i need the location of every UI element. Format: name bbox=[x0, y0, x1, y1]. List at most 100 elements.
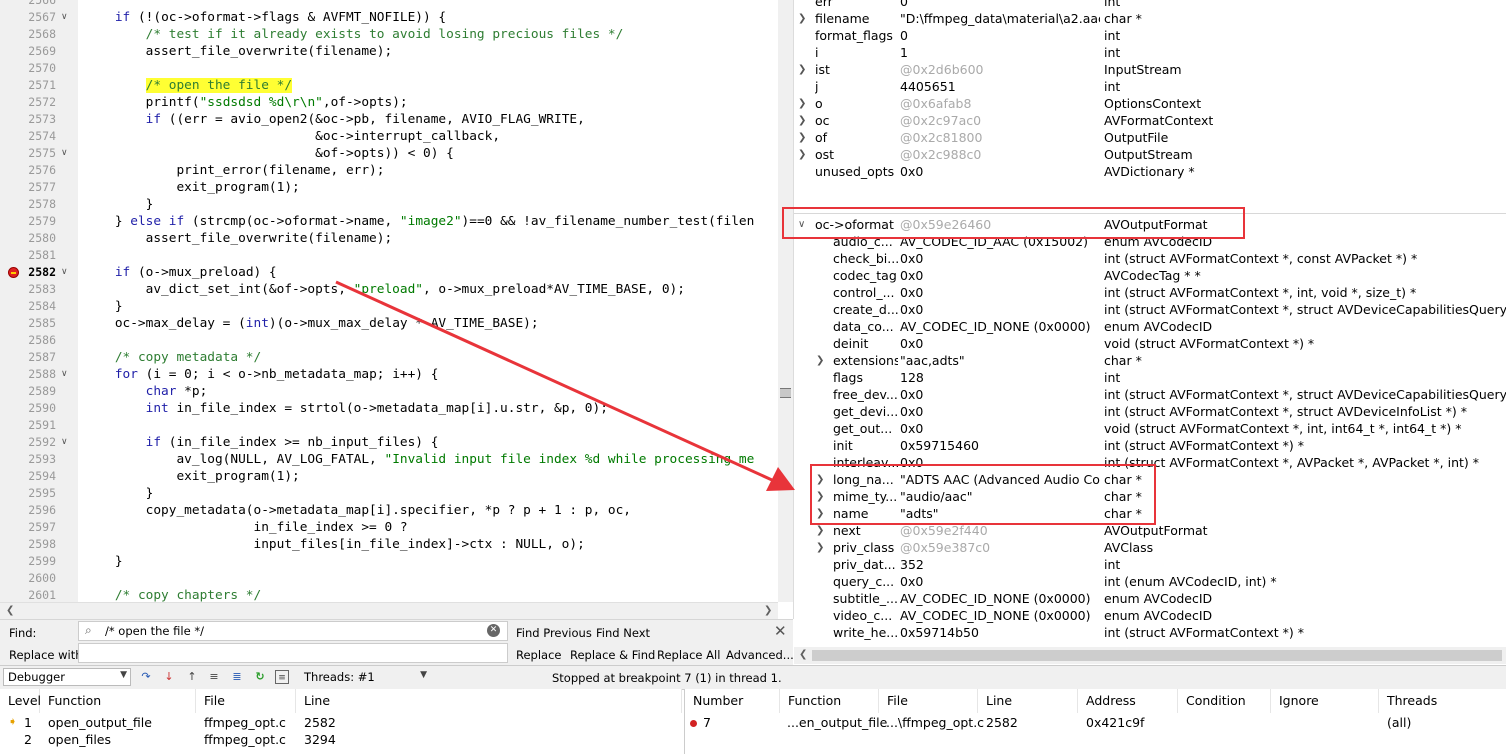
code-line[interactable]: 2581 bbox=[0, 247, 778, 264]
code-line[interactable]: 2580 assert_file_overwrite(filename); bbox=[0, 230, 778, 247]
stack-row[interactable]: 2 open_files ffmpeg_opt.c 3294 bbox=[0, 732, 682, 749]
fold-chevron-icon[interactable]: ∨ bbox=[61, 9, 71, 26]
replace-input[interactable] bbox=[78, 643, 508, 663]
variable-row[interactable]: ❯ extensions "aac,adts" char * bbox=[794, 352, 1506, 369]
breakpoint-icon[interactable] bbox=[8, 267, 19, 278]
variable-row[interactable]: priv_dat... 352 int bbox=[794, 556, 1506, 573]
expand-chevron-icon[interactable]: ❯ bbox=[798, 95, 806, 112]
variable-row[interactable]: ❯ of @0x2c81800 OutputFile bbox=[794, 129, 1506, 146]
code-line[interactable]: 2566 bbox=[0, 0, 778, 9]
code-line[interactable]: 2579 } else if (strcmp(oc->oformat->name… bbox=[0, 213, 778, 230]
code-line[interactable]: 2600 bbox=[0, 570, 778, 587]
variable-row[interactable]: get_devi... 0x0 int (struct AVFormatContex… bbox=[794, 403, 1506, 420]
code-line[interactable]: 2594 exit_program(1); bbox=[0, 468, 778, 485]
variables-horizontal-scrollbar[interactable]: ❮ bbox=[794, 647, 1506, 664]
code-line[interactable]: 2597 in_file_index >= 0 ? bbox=[0, 519, 778, 536]
editor-horizontal-scrollbar[interactable]: ❮ ❯ bbox=[0, 602, 778, 619]
expand-chevron-icon[interactable]: ❯ bbox=[798, 146, 806, 163]
expand-chevron-icon[interactable]: ❯ bbox=[798, 10, 806, 27]
clear-search-icon[interactable]: ✕ bbox=[487, 624, 500, 637]
variable-row[interactable]: init 0x59715460 int (struct AVFormatContex… bbox=[794, 437, 1506, 454]
breakpoint-column-header[interactable]: Line bbox=[978, 689, 1078, 713]
breakpoints-view[interactable]: Number Function File Line Address Condition Ig… bbox=[684, 689, 1506, 754]
find-input[interactable]: ⌕ /* open the file */ ✕ bbox=[78, 621, 508, 641]
stack-column-header[interactable]: Line bbox=[296, 689, 682, 713]
variable-row[interactable]: ❯ oc @0x2c97ac0 AVFormatContext bbox=[794, 112, 1506, 129]
expand-chevron-icon[interactable]: ❯ bbox=[798, 61, 806, 78]
code-editor[interactable]: 2566 2567 ∨ if (!(oc->oformat->flags & AVF… bbox=[0, 0, 794, 619]
code-line[interactable]: 2592 ∨ if (in_file_index >= nb_input_file… bbox=[0, 434, 778, 451]
variable-row[interactable]: subtitle_... AV_CODEC_ID_NONE (0x0000) enu… bbox=[794, 590, 1506, 607]
variable-row[interactable]: video_c... AV_CODEC_ID_NONE (0x0000) enum … bbox=[794, 607, 1506, 624]
expand-chevron-icon[interactable]: ❯ bbox=[798, 112, 806, 129]
variable-row[interactable]: ❯ filename "D:\ffmpeg_data\material\a2.aac… bbox=[794, 10, 1506, 27]
variable-row[interactable]: j 4405651 int bbox=[794, 78, 1506, 95]
threads-combo[interactable]: Threads: #1 ▼ bbox=[301, 668, 430, 686]
code-line[interactable]: 2583 av_dict_set_int(&of->opts, "preload… bbox=[0, 281, 778, 298]
editor-vertical-scrollbar[interactable] bbox=[778, 0, 793, 602]
variable-row[interactable]: i 1 int bbox=[794, 44, 1506, 61]
editor-scroll-thumb-marker[interactable] bbox=[780, 388, 791, 398]
variable-row[interactable]: format_flags 0 int bbox=[794, 27, 1506, 44]
step-instruction-out-icon[interactable]: ≣ bbox=[230, 670, 244, 684]
code-line[interactable]: 2572 printf("ssdsdsd %d\r\n",of->opts); bbox=[0, 94, 778, 111]
code-line[interactable]: 2598 input_files[in_file_index]->ctx : N… bbox=[0, 536, 778, 553]
expand-chevron-icon[interactable]: ❯ bbox=[816, 352, 824, 369]
variable-row[interactable]: free_dev... 0x0 int (struct AVFormatContex… bbox=[794, 386, 1506, 403]
close-find-button[interactable]: ✕ bbox=[774, 622, 787, 640]
variable-row[interactable]: ❯ priv_class @0x59e387c0 AVClass bbox=[794, 539, 1506, 556]
code-line[interactable]: 2568 /* test if it already exists to avo… bbox=[0, 26, 778, 43]
operate-by-instruction-icon[interactable]: ≡ bbox=[275, 670, 289, 684]
stack-column-header[interactable]: Level bbox=[0, 689, 41, 713]
restart-icon[interactable]: ↻ bbox=[253, 670, 267, 684]
code-line[interactable]: 2578 } bbox=[0, 196, 778, 213]
code-line[interactable]: 2575 ∨ &of->opts)) < 0) { bbox=[0, 145, 778, 162]
debugger-combo[interactable]: Debugger ▼ bbox=[3, 668, 131, 686]
step-out-icon[interactable]: ↑ bbox=[185, 670, 199, 684]
stack-row[interactable]: ➧ 1 open_output_file ffmpeg_opt.c 2582 bbox=[0, 715, 682, 732]
breakpoint-column-header[interactable]: Number bbox=[685, 689, 780, 713]
fold-chevron-icon[interactable]: ∨ bbox=[61, 366, 71, 383]
code-line[interactable]: 2590 int in_file_index = strtol(o->metad… bbox=[0, 400, 778, 417]
variable-row[interactable]: control_... 0x0 int (struct AVFormatContex… bbox=[794, 284, 1506, 301]
scroll-right-icon[interactable]: ❯ bbox=[764, 605, 772, 616]
scroll-left-icon[interactable]: ❮ bbox=[6, 605, 14, 616]
breakpoint-column-header[interactable]: Address bbox=[1078, 689, 1178, 713]
step-over-icon[interactable]: ↷ bbox=[139, 670, 153, 684]
code-line[interactable]: 2588 ∨ for (i = 0; i < o->nb_metadata_map… bbox=[0, 366, 778, 383]
code-line[interactable]: 2584 } bbox=[0, 298, 778, 315]
variable-row[interactable]: check_bi... 0x0 int (struct AVFormatContex… bbox=[794, 250, 1506, 267]
expand-chevron-icon[interactable]: ❯ bbox=[816, 539, 824, 556]
code-line[interactable]: 2571 /* open the file */ bbox=[0, 77, 778, 94]
step-instruction-icon[interactable]: ≡ bbox=[207, 670, 221, 684]
code-line[interactable]: 2570 bbox=[0, 60, 778, 77]
variable-row[interactable]: deinit 0x0 void (struct AVFormatContext *)… bbox=[794, 335, 1506, 352]
variable-row[interactable]: codec_tag 0x0 AVCodecTag * * bbox=[794, 267, 1506, 284]
code-line[interactable]: 2573 if ((err = avio_open2(&oc->pb, file… bbox=[0, 111, 778, 128]
breakpoint-column-header[interactable]: Threads bbox=[1379, 689, 1506, 713]
code-line[interactable]: 2586 bbox=[0, 332, 778, 349]
fold-chevron-icon[interactable]: ∨ bbox=[61, 264, 71, 281]
variable-row[interactable]: data_co... AV_CODEC_ID_NONE (0x0000) enum … bbox=[794, 318, 1506, 335]
step-into-icon[interactable]: ↓ bbox=[162, 670, 176, 684]
variable-row[interactable]: ❯ ist @0x2d6b600 InputStream bbox=[794, 61, 1506, 78]
variable-row[interactable]: write_he... 0x59714b50 int (struct AVForma… bbox=[794, 624, 1506, 641]
replace-all-button[interactable]: Replace All bbox=[657, 648, 720, 662]
breakpoint-column-header[interactable]: File bbox=[879, 689, 978, 713]
code-line[interactable]: 2599 } bbox=[0, 553, 778, 570]
stack-column-header[interactable]: Function bbox=[40, 689, 196, 713]
variable-row[interactable]: err 0 int bbox=[794, 0, 1506, 10]
replace-button[interactable]: Replace bbox=[516, 648, 562, 662]
stack-view[interactable]: Level Function File Line ➧ 1 open_output_file… bbox=[0, 689, 682, 754]
expand-chevron-icon[interactable]: ❯ bbox=[798, 129, 806, 146]
variable-row[interactable]: get_out... 0x0 void (struct AVFormatContex… bbox=[794, 420, 1506, 437]
code-line[interactable]: 2569 assert_file_overwrite(filename); bbox=[0, 43, 778, 60]
variables-scroll-thumb[interactable] bbox=[812, 650, 1502, 661]
code-line[interactable]: 2587 /* copy metadata */ bbox=[0, 349, 778, 366]
variable-row[interactable]: ❯ o @0x6afab8 OptionsContext bbox=[794, 95, 1506, 112]
code-line[interactable]: 2577 exit_program(1); bbox=[0, 179, 778, 196]
breakpoint-column-header[interactable]: Condition bbox=[1178, 689, 1271, 713]
fold-chevron-icon[interactable]: ∨ bbox=[61, 145, 71, 162]
variable-row[interactable]: ❯ ost @0x2c988c0 OutputStream bbox=[794, 146, 1506, 163]
find-next-button[interactable]: Find Next bbox=[596, 626, 650, 640]
